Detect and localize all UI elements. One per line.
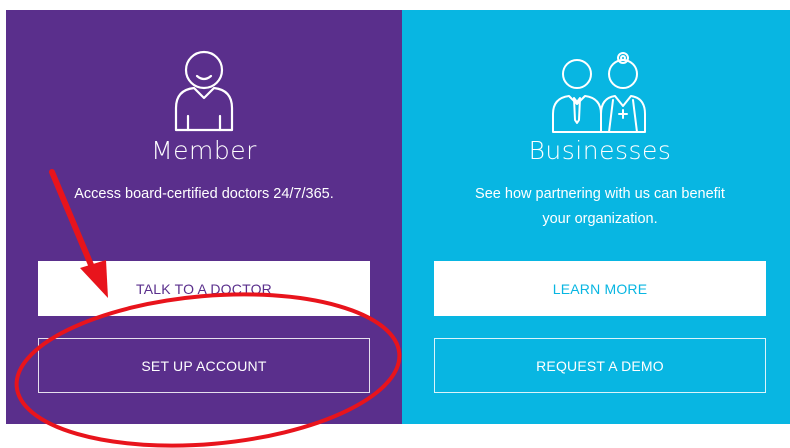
businesses-title: Businesses	[528, 136, 672, 165]
set-up-account-button[interactable]: SET UP ACCOUNT	[38, 338, 370, 393]
businesses-panel: Businesses See how partnering with us ca…	[402, 10, 790, 424]
business-and-doctor-icon	[402, 40, 790, 136]
businesses-description: See how partnering with us can benefit y…	[475, 186, 725, 227]
member-title: Member	[151, 136, 257, 165]
talk-to-doctor-button[interactable]: TALK TO A DOCTOR	[38, 261, 370, 316]
member-description: Access board-certified doctors 24/7/365.	[74, 186, 334, 202]
request-demo-button[interactable]: REQUEST A DEMO	[434, 338, 766, 393]
member-panel: Member Access board-certified doctors 24…	[6, 10, 402, 424]
learn-more-button[interactable]: LEARN MORE	[434, 261, 766, 316]
person-icon	[6, 40, 402, 136]
